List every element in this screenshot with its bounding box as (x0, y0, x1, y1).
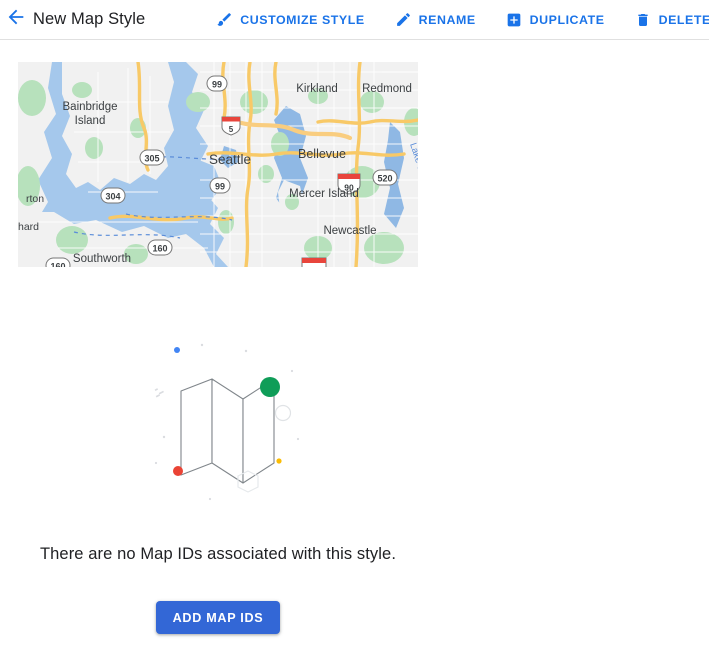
svg-text:160: 160 (152, 244, 167, 254)
svg-text:Bellevue: Bellevue (298, 147, 346, 161)
rename-button[interactable]: RENAME (386, 4, 485, 36)
svg-text:305: 305 (144, 154, 159, 164)
svg-text:hard: hard (18, 221, 39, 233)
svg-text:405: 405 (307, 267, 321, 268)
svg-text:5: 5 (229, 125, 234, 134)
delete-button[interactable]: DELETE (626, 4, 709, 36)
folded-map-illustration (150, 335, 315, 505)
red-dot (173, 466, 183, 476)
app-header: New Map Style CUSTOMIZE STYLE RENAME DUP… (0, 0, 709, 40)
arrow-back-icon (5, 6, 27, 33)
svg-text:Kirkland: Kirkland (296, 83, 338, 95)
back-button[interactable] (5, 3, 27, 37)
svg-text:Redmond: Redmond (362, 83, 412, 95)
svg-text:Bainbridge: Bainbridge (63, 101, 118, 113)
duplicate-label: DUPLICATE (529, 12, 605, 27)
rename-label: RENAME (418, 12, 476, 27)
trash-icon (635, 11, 652, 28)
customize-style-label: CUSTOMIZE STYLE (240, 12, 365, 27)
plus-square-icon (506, 11, 523, 28)
add-map-ids-container: ADD MAP IDS (0, 601, 436, 634)
svg-text:99: 99 (215, 182, 225, 192)
customize-style-button[interactable]: CUSTOMIZE STYLE (207, 4, 373, 36)
circle-outline (274, 404, 292, 422)
brush-icon (216, 11, 233, 28)
delete-label: DELETE (658, 12, 709, 27)
map-style-preview[interactable]: 99 5 520 305 99 304 90 160 160 Bainbridg… (18, 62, 418, 267)
page-title: New Map Style (33, 10, 146, 28)
svg-text:99: 99 (212, 80, 222, 90)
svg-text:520: 520 (377, 174, 392, 184)
svg-text:Island: Island (75, 115, 106, 127)
blue-dot (174, 347, 180, 353)
green-dot (260, 377, 280, 397)
svg-text:304: 304 (105, 192, 120, 202)
empty-state-message: There are no Map IDs associated with thi… (39, 545, 397, 563)
svg-text:Seattle: Seattle (209, 152, 251, 167)
svg-text:Southworth: Southworth (73, 253, 131, 265)
add-map-ids-button[interactable]: ADD MAP IDS (155, 601, 281, 634)
svg-text:160: 160 (50, 262, 65, 268)
pencil-icon (395, 11, 412, 28)
svg-text:rton: rton (26, 193, 44, 205)
yellow-dot (276, 458, 282, 464)
svg-text:Mercer Island: Mercer Island (289, 188, 359, 200)
header-actions: CUSTOMIZE STYLE RENAME DUPLICATE DELETE (207, 4, 709, 36)
duplicate-button[interactable]: DUPLICATE (497, 4, 614, 36)
svg-text:Newcastle: Newcastle (323, 225, 376, 237)
